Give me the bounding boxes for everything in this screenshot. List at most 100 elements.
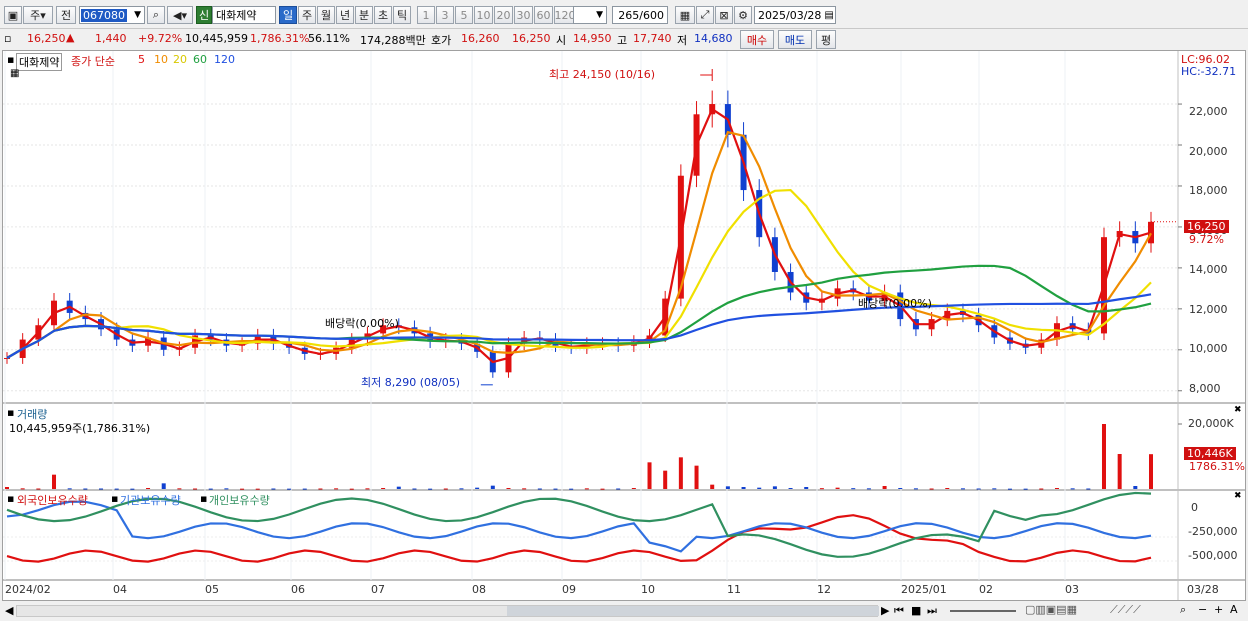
low-annotation: 최저 8,290 (08/05) [361,376,461,389]
minute-button[interactable]: 5 [455,6,473,24]
draw-tool-icon[interactable]: ⤢ [696,6,714,24]
volume-bar [130,488,135,490]
foreign-holding-legend[interactable]: 외국인보유수량 [17,492,88,508]
period-tab[interactable]: 초 [374,6,392,24]
panel-marker-icon: ▪ [7,53,15,66]
chart-area[interactable]: ▪ 대화제약 종가 단순 5 10 20 60 120 ▦ LC:96.02 H… [2,50,1246,601]
x-axis-label: 2024/02 [5,583,51,596]
x-axis-label: 2025/01 [901,583,947,596]
prev-button[interactable]: 전 [56,6,76,24]
scroll-track[interactable] [16,605,879,617]
grid-tools-icon[interactable]: ▦ [675,6,695,24]
buy-button[interactable]: 매수 [740,30,774,49]
zoom-slider[interactable] [950,610,1016,612]
scroll-thumb[interactable] [507,606,879,616]
scroll-left-icon[interactable]: ◀ [5,604,13,617]
inst-holding-legend[interactable]: 기관보유수량 [120,492,181,508]
ma20-label[interactable]: 20 [173,53,187,66]
scroll-right-icon[interactable]: ▶ [881,604,889,617]
minute-button[interactable]: 60 [534,6,553,24]
calendar-icon: ▤ [824,9,834,21]
zoom-in-icon[interactable]: + [1214,603,1223,616]
price-ytick: 22,000 [1189,105,1228,118]
crosshair-icon[interactable]: ⊠ [715,6,733,24]
minute-button[interactable]: 20 [494,6,513,24]
volume-bar [271,488,276,490]
stop-icon[interactable]: ■ [911,604,921,617]
trade-amount: 174,288백만 [360,34,426,47]
volume-bar [5,487,9,489]
minute-button[interactable]: 30 [514,6,533,24]
gear-icon[interactable]: ⚙ [734,6,752,24]
x-axis-label: 10 [641,583,655,596]
zoom-icon[interactable]: ⌕ [1180,603,1186,617]
volume-bar [898,488,903,489]
volume-bar [20,488,25,490]
period-tab[interactable]: 일 [279,6,297,24]
minute-button[interactable]: 10 [474,6,493,24]
date-input[interactable]: 2025/03/28 ▤ [754,6,836,24]
count-total: /600 [639,8,664,22]
volume-bar [522,488,527,490]
close-panel-icon[interactable]: ✖ [1234,405,1242,415]
high-annotation: 최고 24,150 (10/16) [549,68,656,81]
minute-custom-select[interactable]: ▼ [573,6,607,24]
period-tab[interactable]: 월 [317,6,335,24]
volume-bar [913,488,918,490]
screen-menu-icon[interactable]: ▣ [4,6,22,24]
volume-bar [428,488,433,490]
average-button[interactable]: 평 [816,30,836,49]
up-arrow-icon: ▲ [66,31,75,44]
ma5-label[interactable]: 5 [138,53,145,66]
minute-button[interactable]: 1 [417,6,435,24]
volume-bar [866,488,871,490]
panel-marker-icon: ▪ [7,492,15,505]
zoom-out-icon[interactable]: − [1198,603,1207,616]
period-tab[interactable]: 분 [355,6,373,24]
period-tab[interactable]: 년 [336,6,354,24]
ma10-label[interactable]: 10 [154,53,168,66]
close-panel-icon[interactable]: ✖ [1234,491,1242,501]
drawing-icons[interactable]: ⟋⟋⟋⟋ [1110,603,1141,617]
holding-ytick-1: -250,000 [1188,525,1238,538]
stock-name-field[interactable]: 대화제약 [212,6,276,24]
retail-holding-legend[interactable]: 개인보유수량 [209,492,270,508]
volume-bar [224,488,229,490]
ma-label[interactable]: 종가 단순 [71,53,115,69]
volume-bar [1054,488,1059,489]
panel-marker-icon: ▪ [111,492,119,505]
period-type-label: 주 [30,9,41,22]
ask-price: 16,250 [512,32,551,45]
count-input[interactable]: 265/600 [612,6,668,24]
period-tab[interactable]: 틱 [393,6,411,24]
price-panel-title[interactable]: 대화제약 [16,53,63,71]
volume-bar [334,488,339,490]
volume-bar [537,488,542,490]
font-size-icon[interactable]: A [1230,603,1238,616]
volume-bar [757,487,762,489]
period-type-select[interactable]: 주 ▾ [23,6,53,24]
bid-price: 16,260 [461,32,500,45]
layout-icons[interactable]: ▢▥▣▤▦ [1025,603,1077,616]
volume-bar [584,488,589,490]
sell-button[interactable]: 매도 [778,30,812,49]
volume-bar [663,470,668,489]
volume-bar [1070,488,1075,490]
ma60-label[interactable]: 60 [193,53,207,66]
table-icon[interactable]: ▦ [10,68,19,79]
volume-bar [631,488,636,489]
volume-bar [835,487,840,489]
speaker-icon[interactable]: ◀▾ [167,6,193,24]
minute-button[interactable]: 3 [436,6,454,24]
volume-bar [161,483,166,489]
ma120-label[interactable]: 120 [214,53,235,66]
search-icon[interactable]: ⌕ [147,6,165,24]
chart-canvas[interactable] [3,51,1245,600]
period-tab[interactable]: 주 [298,6,316,24]
volume-bar [302,488,307,490]
first-page-icon[interactable]: ⏮ [894,604,904,618]
turnover-rate: 56.11% [308,32,350,45]
stock-code-input[interactable]: 067080 ▼ [79,6,145,24]
volume-bar [725,486,730,489]
last-page-icon[interactable]: ⏭ [927,604,937,618]
